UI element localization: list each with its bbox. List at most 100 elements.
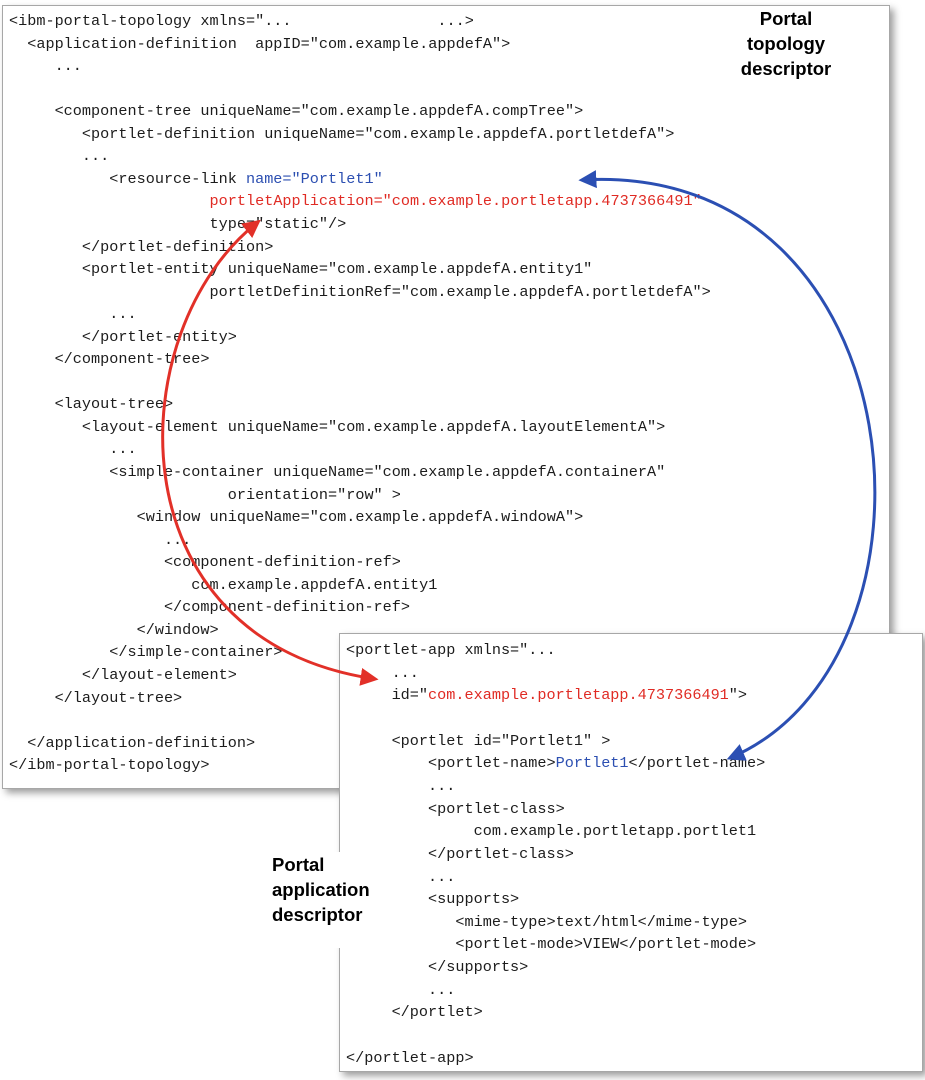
topology-code-line: <application-definition appID="com.examp… [9,34,510,54]
topology-code-token: </component-definition-ref> [9,598,411,617]
topology-label-line-1: Portal [759,8,813,29]
topology-code-line: ... [9,439,137,459]
application-code-line: </portlet> [346,1002,483,1022]
topology-label-line-2: topology [746,33,826,54]
topology-code-token: ... [9,147,110,166]
topology-code-token: <ibm-portal-topology xmlns="... ...> [9,12,474,30]
topology-code-line: </portlet-entity> [9,327,237,347]
topology-code-line: <ibm-portal-topology xmlns="... ...> [9,11,474,31]
topology-code-line: <simple-container uniqueName="com.exampl… [9,462,665,482]
topology-code-token: portletDefinitionRef="com.example.appdef… [9,282,711,301]
application-code-token: com.example.portletapp.portlet1 [346,822,757,841]
application-code-line: </portlet-app> [346,1048,474,1068]
topology-code-line: portletApplication="com.example.portleta… [9,191,702,211]
topology-code-line: </component-definition-ref> [9,597,410,617]
topology-code-token: </layout-tree> [9,688,183,707]
application-code-token: ... [346,776,456,795]
topology-code-token: </layout-element> [9,665,237,684]
topology-code-line: <component-tree uniqueName="com.example.… [9,101,584,121]
application-code-line: <portlet-class> [346,799,565,819]
application-code-token: <mime-type>text/html</mime-type> [346,912,748,931]
topology-code-token [9,192,210,210]
topology-code-token: name="Portlet1" [245,169,383,188]
application-code-line: </supports> [346,957,528,977]
application-code-line: <portlet-name>Portlet1</portlet-name> [346,753,765,773]
topology-code-token: ... [9,440,137,459]
topology-code-token: </ibm-portal-topology> [9,756,210,775]
application-code-line: ... [346,776,455,796]
topology-code-token: </window> [9,620,219,639]
topology-code-line: ... [9,304,137,324]
topology-label-line-3: descriptor [740,58,832,79]
topology-code-line: </portlet-definition> [9,237,273,257]
topology-code-line: <window uniqueName="com.example.appdefA.… [9,507,584,527]
topology-code-token: <layout-element uniqueName="com.example.… [9,417,666,436]
application-code-token: </supports> [346,958,529,977]
topology-code-token: <layout-tree> [9,395,174,414]
topology-code-line: </simple-container> [9,642,282,662]
topology-code-token: </portlet-definition> [9,237,274,256]
topology-code-line: <portlet-entity uniqueName="com.example.… [9,259,592,279]
topology-descriptor-label: Portal topology descriptor [709,6,863,98]
application-code-line: <mime-type>text/html</mime-type> [346,912,747,932]
topology-code-line: </layout-element> [9,665,237,685]
topology-code-line: <layout-tree> [9,394,174,414]
application-descriptor-panel: <portlet-app xmlns="... ... id="com.exam… [339,633,923,1072]
topology-code-token: </component-tree> [9,350,210,369]
topology-code-line: </component-tree> [9,349,210,369]
topology-code-line: com.example.appdefA.entity1 [9,575,437,595]
application-code-token: ... [346,980,456,999]
application-code-token: <portlet-mode>VIEW</portlet-mode> [346,935,757,954]
topology-code-token: <resource-link [9,169,246,188]
application-code-token: <portlet-app xmlns="... [346,641,556,659]
application-code-token: </portlet-app> [346,1048,474,1067]
topology-code-token: <portlet-entity uniqueName="com.example.… [9,260,593,279]
application-code-token: <portlet id="Portlet1" > [346,731,611,750]
topology-code-line: orientation="row" > [9,485,401,505]
topology-code-token: ... [9,305,137,324]
topology-code-token: </portlet-entity> [9,327,237,346]
topology-code-line: ... [9,56,82,76]
topology-code-token: <portlet-definition uniqueName="com.exam… [9,124,675,143]
application-code-line: id="com.example.portletapp.4737366491"> [346,685,747,705]
topology-code-token: <simple-container uniqueName="com.exampl… [9,463,666,481]
application-code-token: </portlet-name> [628,754,766,773]
topology-code-token: <window uniqueName="com.example.appdefA.… [9,508,584,527]
application-code-token: </portlet> [346,1003,483,1022]
topology-code-token: <component-tree uniqueName="com.example.… [9,102,584,121]
topology-code-line: ... [9,146,109,166]
application-code-line: <portlet-app xmlns="... [346,640,556,660]
topology-code-token: <component-definition-ref> [9,553,401,572]
application-code-token: "> [728,686,748,705]
application-code-token: com.example.portletapp.4737366491 [428,686,729,705]
topology-code-line: <component-definition-ref> [9,552,401,572]
topology-code-line: portletDefinitionRef="com.example.appdef… [9,282,711,302]
application-code-token: ... [346,663,419,682]
topology-code-token: </application-definition> [9,733,256,752]
topology-code-token: ... [9,530,192,549]
application-code-line: com.example.portletapp.portlet1 [346,821,757,841]
application-label-line-1: Portal [272,854,325,875]
topology-code-token: </simple-container> [9,643,283,662]
application-code-token: <portlet-class> [346,799,565,818]
topology-code-token: type="static"/> [9,214,347,233]
topology-code-token: orientation="row" > [9,485,401,504]
topology-code-line: type="static"/> [9,214,347,234]
application-code-token: <portlet-name> [346,754,556,773]
topology-code-token: portletApplication="com.example.portleta… [209,192,702,211]
application-descriptor-label: Portal application descriptor [262,852,392,948]
topology-code-token: <application-definition appID="com.examp… [9,34,511,53]
application-code-token: id=" [346,686,429,705]
application-code-line: ... [346,663,419,683]
topology-code-line: </window> [9,620,219,640]
topology-code-token: ... [9,57,82,76]
topology-code-token: com.example.appdefA.entity1 [9,575,438,594]
topology-code-line: <resource-link name="Portlet1" [9,169,383,189]
topology-code-line: </ibm-portal-topology> [9,755,210,775]
topology-code-line: </layout-tree> [9,688,183,708]
application-label-line-3: descriptor [272,904,363,925]
application-label-line-2: application [272,879,370,900]
application-code-line: <portlet-mode>VIEW</portlet-mode> [346,934,756,954]
topology-code-line: <portlet-definition uniqueName="com.exam… [9,124,674,144]
application-code-token: Portlet1 [555,754,629,773]
